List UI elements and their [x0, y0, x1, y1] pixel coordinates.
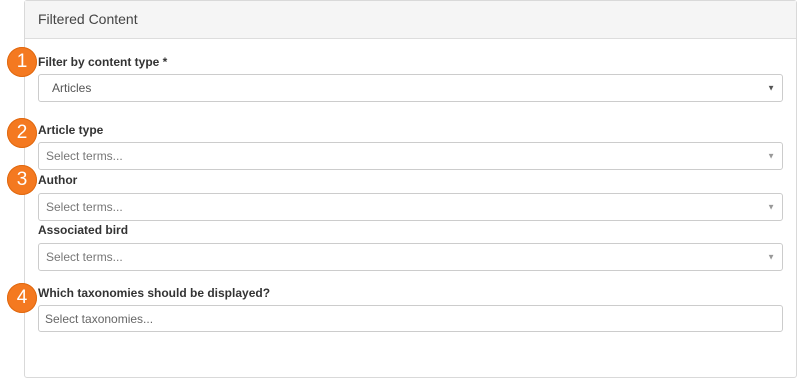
taxonomies-input[interactable] [38, 305, 783, 332]
step-badge-1: 1 [7, 47, 37, 77]
author-placeholder: Select terms... [46, 200, 123, 214]
content-type-value: Articles [52, 81, 92, 95]
chevron-down-icon: ▼ [767, 252, 775, 262]
chevron-down-icon: ▼ [767, 202, 775, 212]
step-badge-3: 3 [7, 165, 37, 195]
article-type-select[interactable]: Select terms... ▼ [38, 142, 783, 170]
article-type-placeholder: Select terms... [46, 149, 123, 163]
author-label: Author [38, 173, 78, 187]
content-type-label: Filter by content type * [38, 55, 168, 69]
article-type-label: Article type [38, 123, 104, 137]
step-badge-4: 4 [7, 283, 37, 313]
associated-bird-label: Associated bird [38, 223, 129, 237]
chevron-down-icon: ▼ [767, 83, 775, 93]
panel-title: Filtered Content [25, 1, 796, 39]
taxonomies-label: Which taxonomies should be displayed? [38, 286, 271, 300]
content-type-select[interactable]: Articles ▼ [38, 74, 783, 102]
chevron-down-icon: ▼ [767, 151, 775, 161]
associated-bird-select[interactable]: Select terms... ▼ [38, 243, 783, 271]
associated-bird-placeholder: Select terms... [46, 250, 123, 264]
author-select[interactable]: Select terms... ▼ [38, 193, 783, 221]
step-badge-2: 2 [7, 118, 37, 148]
